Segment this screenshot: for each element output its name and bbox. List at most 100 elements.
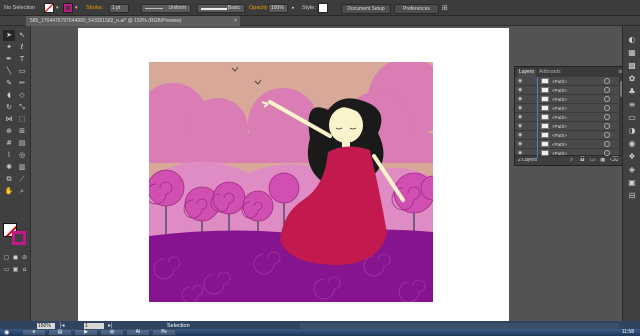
- target-circle-icon[interactable]: [604, 114, 610, 120]
- align-panel-icon[interactable]: ⊟: [628, 192, 636, 200]
- visibility-eye-icon[interactable]: ◉: [518, 87, 522, 94]
- zoom-tool-icon[interactable]: ⌕: [16, 186, 28, 197]
- brush-definition-select[interactable]: Basic: [197, 4, 245, 13]
- scale-tool-icon[interactable]: ⤡: [16, 102, 28, 113]
- visibility-eye-icon[interactable]: ◉: [518, 78, 522, 85]
- artboard-tool-icon[interactable]: ⧉: [3, 174, 15, 185]
- layer-row[interactable]: ◉ <Path>: [515, 131, 618, 140]
- photoshop-icon[interactable]: Ps: [152, 329, 176, 336]
- lasso-tool-icon[interactable]: ℓ: [16, 42, 28, 53]
- rotate-tool-icon[interactable]: ↻: [3, 102, 15, 113]
- layer-row[interactable]: ◉ <Path>: [515, 77, 618, 86]
- column-graph-tool-icon[interactable]: ▥: [16, 162, 28, 173]
- gradient-tool-icon[interactable]: ▤: [16, 138, 28, 149]
- stroke-label[interactable]: Stroke:: [86, 0, 103, 16]
- eraser-tool-icon[interactable]: ◇: [16, 90, 28, 101]
- stroke-color-box[interactable]: [12, 231, 26, 245]
- fill-dropdown-icon[interactable]: ▾: [56, 0, 59, 16]
- paintbrush-tool-icon[interactable]: ✎: [3, 78, 15, 89]
- visibility-eye-icon[interactable]: ◉: [518, 96, 522, 103]
- graphic-styles-icon[interactable]: ❖: [628, 153, 636, 161]
- document-tab[interactable]: 585_1704476797644990_543261582_n.ai* @ 1…: [26, 16, 240, 26]
- opacity-label[interactable]: Opacity:: [249, 0, 269, 16]
- document-setup-button[interactable]: Document Setup: [341, 4, 391, 14]
- preferences-button[interactable]: Preferences: [394, 4, 439, 14]
- target-circle-icon[interactable]: [604, 96, 610, 102]
- stroke-swatch[interactable]: [63, 3, 73, 13]
- layer-row[interactable]: ◉ <Path>: [515, 95, 618, 104]
- explorer-icon[interactable]: ▤: [48, 329, 72, 336]
- type-tool-icon[interactable]: T: [16, 54, 28, 65]
- variable-width-profile-select[interactable]: Uniform: [141, 4, 191, 13]
- target-circle-icon[interactable]: [604, 132, 610, 138]
- draw-normal-icon[interactable]: ▭: [2, 264, 11, 275]
- tab-artboards[interactable]: Artboards: [537, 69, 563, 77]
- visibility-eye-icon[interactable]: ◉: [518, 123, 522, 130]
- brushes-icon[interactable]: ✿: [628, 75, 636, 83]
- selection-tool-icon[interactable]: ➤: [3, 30, 15, 41]
- none-mode-icon[interactable]: ⊘: [20, 252, 29, 263]
- symbols-icon[interactable]: ♣: [628, 88, 636, 96]
- visibility-eye-icon[interactable]: ◉: [518, 132, 522, 139]
- layer-row[interactable]: ◉ <Path>: [515, 140, 618, 149]
- layers-panel-icon[interactable]: ◈: [628, 166, 636, 174]
- layer-row[interactable]: ◉ <Path>: [515, 149, 618, 158]
- graphic-style-swatch[interactable]: [318, 3, 328, 13]
- color-guide-icon[interactable]: ▦: [628, 49, 636, 57]
- target-circle-icon[interactable]: [604, 141, 610, 147]
- target-circle-icon[interactable]: [604, 150, 610, 156]
- line-tool-icon[interactable]: ╲: [3, 66, 15, 77]
- target-circle-icon[interactable]: [604, 87, 610, 93]
- blob-brush-tool-icon[interactable]: ◖: [3, 90, 15, 101]
- pen-tool-icon[interactable]: ✒: [3, 54, 15, 65]
- symbol-sprayer-tool-icon[interactable]: ✺: [3, 162, 15, 173]
- swatches-icon[interactable]: ▩: [628, 62, 636, 70]
- width-tool-icon[interactable]: ⋈: [3, 114, 15, 125]
- color-mode-icon[interactable]: ◻: [2, 252, 11, 263]
- media-icon[interactable]: ▶: [74, 329, 98, 336]
- illustrator-icon[interactable]: Ai: [126, 329, 150, 336]
- layer-row[interactable]: ◉ <Path>: [515, 122, 618, 131]
- layers-panel[interactable]: Layers Artboards ≡ 2 Layers ⌕ ◘ ⊡ ▣ ⌫ ◉ <…: [514, 66, 627, 166]
- visibility-eye-icon[interactable]: ◉: [518, 114, 522, 121]
- free-transform-tool-icon[interactable]: ⬚: [16, 114, 28, 125]
- screen-mode-icon[interactable]: ⌂: [20, 264, 29, 275]
- transparency-panel-icon[interactable]: ◑: [628, 127, 636, 135]
- visibility-eye-icon[interactable]: ◉: [518, 141, 522, 148]
- stroke-weight-field[interactable]: 1 pt: [109, 4, 129, 13]
- draw-behind-icon[interactable]: ▣: [11, 264, 20, 275]
- visibility-eye-icon[interactable]: ◉: [518, 105, 522, 112]
- magic-wand-tool-icon[interactable]: ✦: [3, 42, 15, 53]
- artwork[interactable]: [78, 28, 509, 321]
- chrome-icon[interactable]: ◍: [100, 329, 124, 336]
- layer-row[interactable]: ◉ <Path>: [515, 104, 618, 113]
- appearance-panel-icon[interactable]: ◉: [628, 140, 636, 148]
- shape-builder-tool-icon[interactable]: ⊕: [3, 126, 15, 137]
- stroke-dropdown-icon[interactable]: ▾: [75, 0, 78, 16]
- mesh-tool-icon[interactable]: #: [3, 138, 15, 149]
- arrange-documents-icon[interactable]: ⊞: [442, 0, 448, 16]
- fill-swatch[interactable]: [44, 3, 54, 13]
- clock[interactable]: 11:58: [622, 329, 634, 336]
- pencil-tool-icon[interactable]: ✏: [16, 78, 28, 89]
- gradient-panel-icon[interactable]: ▭: [628, 114, 636, 122]
- canvas-area[interactable]: Layers Artboards ≡ 2 Layers ⌕ ◘ ⊡ ▣ ⌫ ◉ <…: [31, 26, 627, 321]
- visibility-eye-icon[interactable]: ◉: [518, 150, 522, 157]
- layer-row[interactable]: ◉ <Path>: [515, 86, 618, 95]
- layer-row[interactable]: ◉ <Path>: [515, 113, 618, 122]
- target-circle-icon[interactable]: [604, 123, 610, 129]
- close-icon[interactable]: ×: [234, 16, 237, 26]
- hand-tool-icon[interactable]: ✋: [3, 186, 15, 197]
- target-circle-icon[interactable]: [604, 78, 610, 84]
- color-panel-icon[interactable]: ◐: [628, 36, 636, 44]
- stroke-panel-icon[interactable]: ≡: [628, 101, 636, 109]
- artboard[interactable]: [78, 28, 509, 321]
- target-circle-icon[interactable]: [604, 105, 610, 111]
- eyedropper-tool-icon[interactable]: ⌇: [3, 150, 15, 161]
- gradient-mode-icon[interactable]: ◼: [11, 252, 20, 263]
- tab-layers[interactable]: Layers: [517, 69, 537, 77]
- last-artboard-icon[interactable]: ▸|: [108, 322, 113, 329]
- slice-tool-icon[interactable]: ⟋: [16, 174, 28, 185]
- first-artboard-icon[interactable]: |◂: [60, 322, 65, 329]
- rectangle-tool-icon[interactable]: ▭: [16, 66, 28, 77]
